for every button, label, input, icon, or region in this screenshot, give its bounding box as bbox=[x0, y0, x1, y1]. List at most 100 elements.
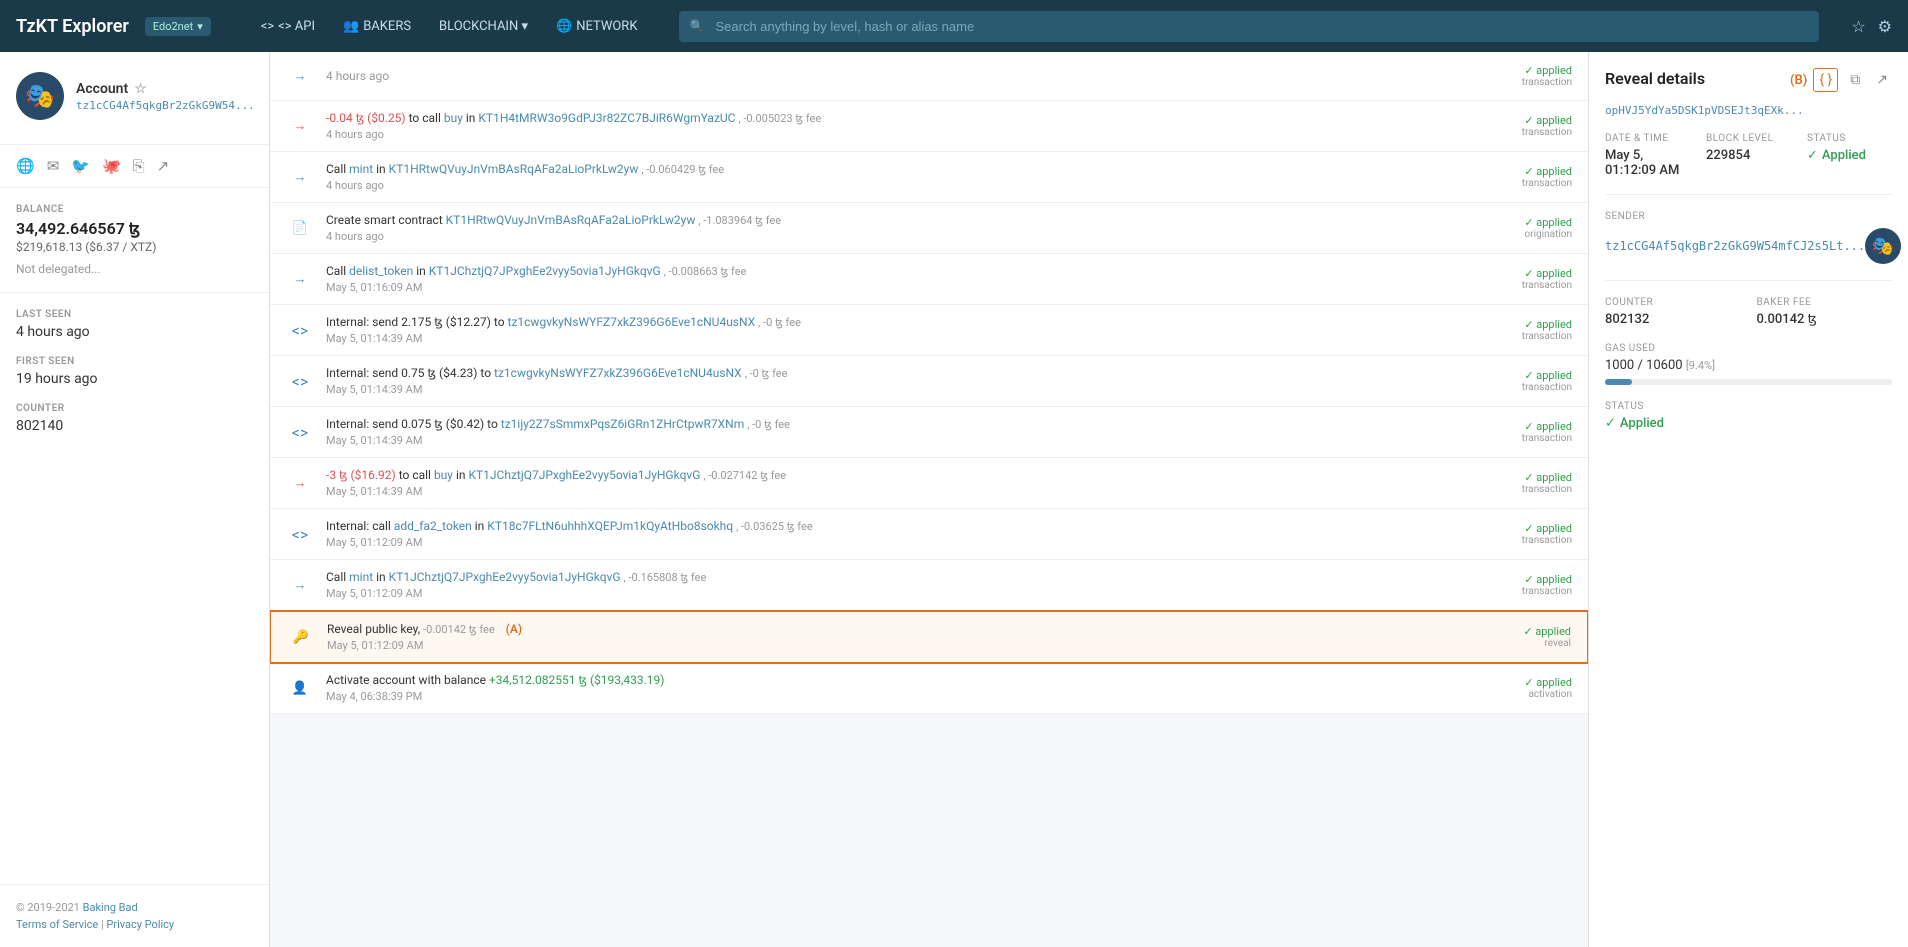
address-link[interactable]: tz1cwgvkyNsWYFZ7xkZ396G6Eve1cNU4usNX bbox=[508, 315, 756, 329]
nav-api[interactable]: <> <> API bbox=[251, 13, 325, 40]
github-icon[interactable]: 🐙 bbox=[102, 157, 121, 175]
share-panel-button[interactable]: ↗ bbox=[1872, 68, 1892, 92]
json-view-button[interactable]: { } bbox=[1813, 68, 1838, 92]
block-field: Block level 229854 bbox=[1706, 133, 1791, 178]
table-row[interactable]: 👤 Activate account with balance +34,512.… bbox=[270, 663, 1588, 714]
gas-label: Gas used bbox=[1605, 343, 1892, 354]
tx-description: Call mint in KT1JChztjQ7JPxghEe2vyy5ovia… bbox=[326, 570, 1470, 584]
copy-panel-button[interactable]: ⧉ bbox=[1846, 68, 1864, 92]
copy-icon[interactable]: ⎘ bbox=[133, 157, 145, 175]
globe-icon: 🌐 bbox=[556, 19, 572, 34]
table-row[interactable]: → Call delist_token in KT1JChztjQ7JPxghE… bbox=[270, 254, 1588, 305]
annotation-a: (A) bbox=[506, 622, 522, 636]
panel-title: Reveal details bbox=[1605, 69, 1705, 88]
tx-status: ✓ applied transaction bbox=[1482, 114, 1572, 138]
panel-header: Reveal details (B) { } ⧉ ↗ bbox=[1605, 68, 1892, 92]
app-logo: TzKT Explorer bbox=[16, 16, 129, 37]
person-icon: 👤 bbox=[286, 674, 314, 702]
twitter-icon[interactable]: 🐦 bbox=[71, 157, 90, 175]
nav-bakers[interactable]: 👥 BAKERS bbox=[333, 13, 421, 40]
sidebar: 🎭 Account ☆ tz1cCG4Af5qkgBr2zGkG9W54... … bbox=[0, 52, 270, 947]
contract-link[interactable]: KT1JChztjQ7JPxghEe2vyy5ovia1JyHGkqvG bbox=[389, 570, 621, 584]
network-selector[interactable]: Edo2net ▾ bbox=[145, 17, 211, 36]
delegation-status: Not delegated... bbox=[16, 262, 253, 276]
contract-link[interactable]: KT1JChztjQ7JPxghEe2vyy5ovia1JyHGkqvG bbox=[429, 264, 661, 278]
sidebar-footer: © 2019-2021 Baking Bad Terms of Service … bbox=[0, 884, 269, 947]
action-link[interactable]: buy bbox=[444, 111, 463, 125]
contract-link[interactable]: KT18c7FLtN6uhhhXQEPJm1kQyAtHbo8sokhq bbox=[487, 519, 733, 533]
contract-link[interactable]: KT1HRtwQVuyJnVmBAsRqAFa2aLioPrkLw2yw bbox=[446, 213, 696, 227]
bakers-icon: 👥 bbox=[343, 19, 359, 34]
action-link[interactable]: delist_token bbox=[349, 264, 413, 278]
email-icon[interactable]: ✉ bbox=[47, 157, 60, 175]
chevron-down-icon: ▾ bbox=[197, 20, 203, 33]
action-link[interactable]: mint bbox=[349, 162, 373, 176]
tx-status: ✓ applied transaction bbox=[1482, 522, 1572, 546]
tx-status: ✓ applied reveal bbox=[1481, 625, 1571, 649]
counter-field: Counter 802132 bbox=[1605, 297, 1741, 327]
first-seen-label: FIRST SEEN bbox=[16, 356, 253, 367]
tx-content: Internal: send 2.175 ꜩ ($12.27) to tz1cw… bbox=[326, 315, 1470, 345]
status-badge: ✓ applied bbox=[1482, 114, 1572, 127]
tx-time: May 5, 01:14:39 AM bbox=[326, 434, 1470, 447]
status-badge: ✓ applied bbox=[1482, 64, 1572, 77]
share-icon[interactable]: ↗ bbox=[157, 157, 170, 175]
tx-content: -3 ꜩ ($16.92) to call buy in KT1JChztjQ7… bbox=[326, 468, 1470, 498]
table-row[interactable]: → Call mint in KT1HRtwQVuyJnVmBAsRqAFa2a… bbox=[270, 152, 1588, 203]
table-row[interactable]: <> Internal: call add_fa2_token in KT18c… bbox=[270, 509, 1588, 560]
tx-content: Internal: call add_fa2_token in KT18c7FL… bbox=[326, 519, 1470, 549]
arrow-right-icon: → bbox=[286, 571, 314, 599]
star-icon[interactable]: ☆ bbox=[1851, 17, 1865, 36]
search-container bbox=[679, 11, 1819, 42]
privacy-link[interactable]: Privacy Policy bbox=[106, 918, 174, 931]
tx-content: Reveal public key, -0.00142 ꜩ fee (A) Ma… bbox=[327, 622, 1469, 652]
status-field: Status ✓ Applied bbox=[1807, 133, 1892, 178]
table-row[interactable]: 📄 Create smart contract KT1HRtwQVuyJnVmB… bbox=[270, 203, 1588, 254]
status-badge: ✓ applied bbox=[1482, 676, 1572, 689]
address-link[interactable]: tz1cwgvkyNsWYFZ7xkZ396G6Eve1cNU4usNX bbox=[494, 366, 742, 380]
action-link[interactable]: mint bbox=[349, 570, 373, 584]
header-icons: ☆ ⚙ bbox=[1851, 17, 1892, 36]
hash-link[interactable]: opHVJ5YdYa5DSK1pVDSEJt3qEXk... bbox=[1605, 104, 1804, 117]
tx-description: Reveal public key, -0.00142 ꜩ fee (A) bbox=[327, 622, 1469, 636]
tx-type: transaction bbox=[1482, 484, 1572, 495]
tx-type: transaction bbox=[1482, 331, 1572, 342]
sender-address-link[interactable]: tz1cCG4Af5qkgBr2zGkG9W54mfCJ2s5Lt... bbox=[1605, 239, 1865, 253]
table-row[interactable]: → Call mint in KT1JChztjQ7JPxghEe2vyy5ov… bbox=[270, 560, 1588, 611]
table-row[interactable]: → -0.04 ꜩ ($0.25) to call buy in KT1H4tM… bbox=[270, 101, 1588, 152]
address-link[interactable]: tz1ijy2Z7sSmmxPqsZ6iGRn1ZHrCtpwR7XNm bbox=[501, 417, 744, 431]
favorite-star-icon[interactable]: ☆ bbox=[134, 81, 147, 97]
tx-content: Activate account with balance +34,512.08… bbox=[326, 673, 1470, 703]
action-link[interactable]: buy bbox=[434, 468, 453, 482]
contract-link[interactable]: KT1JChztjQ7JPxghEe2vyy5ovia1JyHGkqvG bbox=[468, 468, 700, 482]
contract-link[interactable]: KT1H4tMRW3o9GdPJ3r82ZC7BJiR6WgmYazUC bbox=[478, 111, 735, 125]
tx-time: May 5, 01:14:39 AM bbox=[326, 332, 1470, 345]
tx-status: ✓ applied origination bbox=[1482, 216, 1572, 240]
check-icon: ✓ bbox=[1807, 148, 1818, 163]
tos-link[interactable]: Terms of Service bbox=[16, 918, 98, 931]
website-icon[interactable]: 🌐 bbox=[16, 157, 35, 175]
table-row[interactable]: <> Internal: send 0.075 ꜩ ($0.42) to tz1… bbox=[270, 407, 1588, 458]
last-seen-value: 4 hours ago bbox=[16, 324, 253, 340]
tx-type: reveal bbox=[1481, 638, 1571, 649]
annotation-b: (B) bbox=[1790, 73, 1807, 88]
nav-blockchain[interactable]: BLOCKCHAIN ▾ bbox=[429, 13, 538, 40]
code-brackets-icon: <> bbox=[286, 367, 314, 395]
table-row-highlighted[interactable]: 🔑 Reveal public key, -0.00142 ꜩ fee (A) … bbox=[270, 610, 1588, 664]
table-row[interactable]: <> Internal: send 2.175 ꜩ ($12.27) to tz… bbox=[270, 305, 1588, 356]
nav-network[interactable]: 🌐 NETWORK bbox=[546, 13, 647, 40]
baking-bad-link[interactable]: Baking Bad bbox=[83, 901, 138, 914]
table-row[interactable]: → -3 ꜩ ($16.92) to call buy in KT1JChztj… bbox=[270, 458, 1588, 509]
settings-icon[interactable]: ⚙ bbox=[1878, 17, 1892, 36]
transaction-hash: opHVJ5YdYa5DSK1pVDSEJt3qEXk... bbox=[1605, 104, 1892, 117]
table-row[interactable]: → 4 hours ago ✓ applied transaction bbox=[270, 52, 1588, 101]
search-input[interactable] bbox=[679, 11, 1819, 42]
table-row[interactable]: <> Internal: send 0.75 ꜩ ($4.23) to tz1c… bbox=[270, 356, 1588, 407]
action-link[interactable]: add_fa2_token bbox=[394, 519, 472, 533]
gas-section: Gas used 1000 / 10600 [9.4%] bbox=[1605, 343, 1892, 385]
tx-type: transaction bbox=[1482, 382, 1572, 393]
status-badge: ✓ applied bbox=[1482, 369, 1572, 382]
tx-description: Activate account with balance +34,512.08… bbox=[326, 673, 1470, 687]
contract-link[interactable]: KT1HRtwQVuyJnVmBAsRqAFa2aLioPrkLw2yw bbox=[389, 162, 639, 176]
tx-content: Call mint in KT1HRtwQVuyJnVmBAsRqAFa2aLi… bbox=[326, 162, 1470, 192]
